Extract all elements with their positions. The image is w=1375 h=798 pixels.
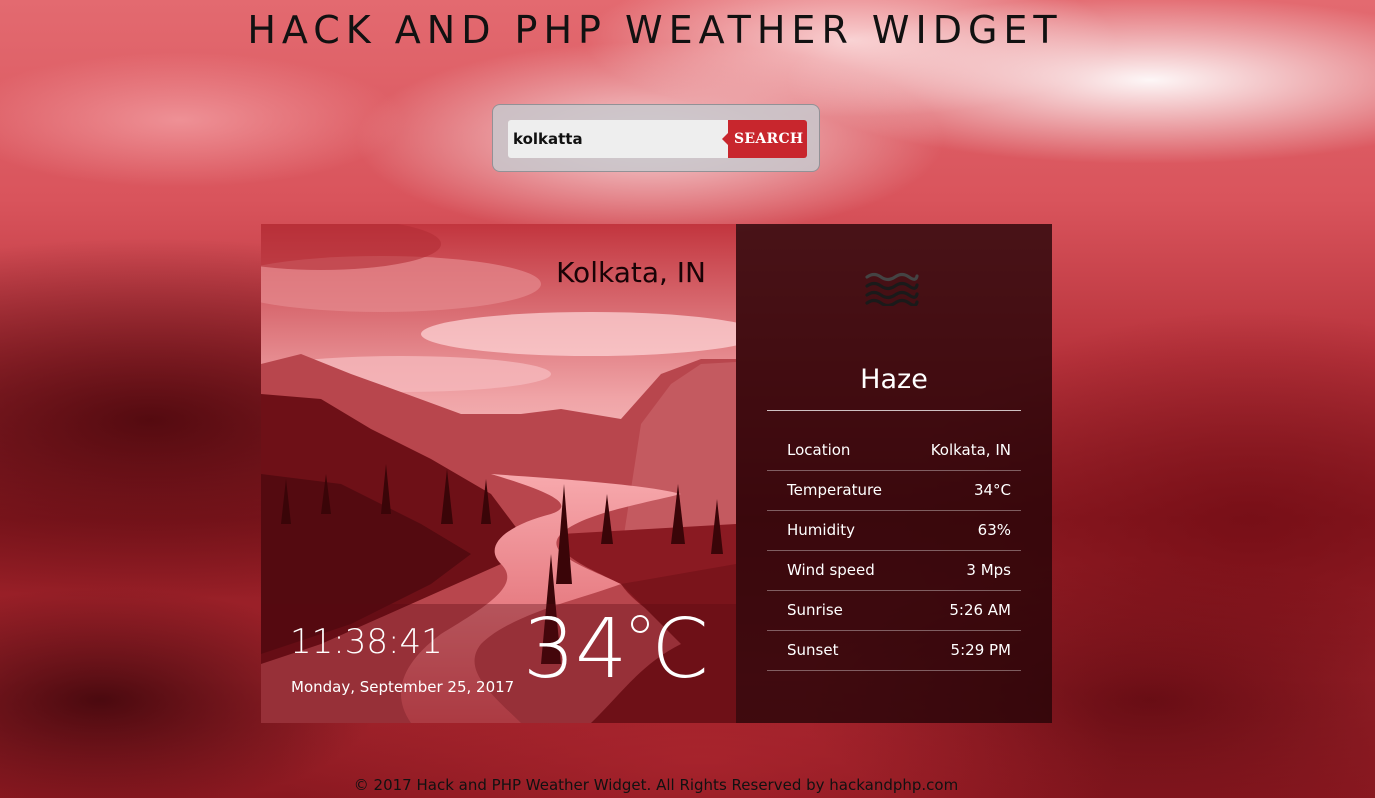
info-value: 5:29 PM: [950, 641, 1011, 659]
info-row-sunrise: Sunrise 5:26 AM: [767, 591, 1021, 631]
page-title: HACK AND PHP WEATHER WIDGET: [247, 8, 1063, 52]
info-label: Temperature: [787, 481, 883, 499]
weather-info-table: Location Kolkata, IN Temperature 34°C Hu…: [767, 431, 1021, 671]
search-button[interactable]: SEARCH: [722, 120, 807, 158]
current-weather-card: Kolkata, IN 11:38:41 Monday, September 2…: [261, 224, 736, 723]
info-row-wind-speed: Wind speed 3 Mps: [767, 551, 1021, 591]
info-row-humidity: Humidity 63%: [767, 511, 1021, 551]
search-input[interactable]: [508, 120, 730, 158]
divider: [767, 410, 1021, 411]
info-row-sunset: Sunset 5:29 PM: [767, 631, 1021, 671]
info-row-location: Location Kolkata, IN: [767, 431, 1021, 471]
temperature-unit: C: [651, 602, 709, 697]
temperature-value: 34: [523, 602, 628, 697]
info-label: Humidity: [787, 521, 856, 539]
footer-copyright: © 2017 Hack and PHP Weather Widget. All …: [353, 776, 959, 794]
info-value: 34°C: [973, 481, 1011, 499]
haze-icon: [865, 272, 919, 306]
info-value: 3 Mps: [966, 561, 1011, 579]
info-value: 63%: [977, 521, 1011, 539]
info-label: Sunset: [787, 641, 839, 659]
current-time: 11:38:41: [290, 622, 443, 662]
info-value: Kolkata, IN: [930, 441, 1011, 459]
search-box: SEARCH: [492, 104, 820, 172]
info-label: Sunrise: [787, 601, 843, 619]
current-temperature: 34 C: [523, 609, 709, 691]
weather-condition: Haze: [860, 364, 928, 395]
info-label: Location: [787, 441, 851, 459]
current-date: Monday, September 25, 2017: [291, 678, 515, 696]
info-value: 5:26 AM: [949, 601, 1011, 619]
city-name: Kolkata, IN: [556, 256, 706, 289]
info-row-temperature: Temperature 34°C: [767, 471, 1021, 511]
degree-symbol: [631, 615, 650, 633]
weather-details-panel: Haze Location Kolkata, IN Temperature 34…: [736, 224, 1052, 723]
info-label: Wind speed: [787, 561, 875, 579]
